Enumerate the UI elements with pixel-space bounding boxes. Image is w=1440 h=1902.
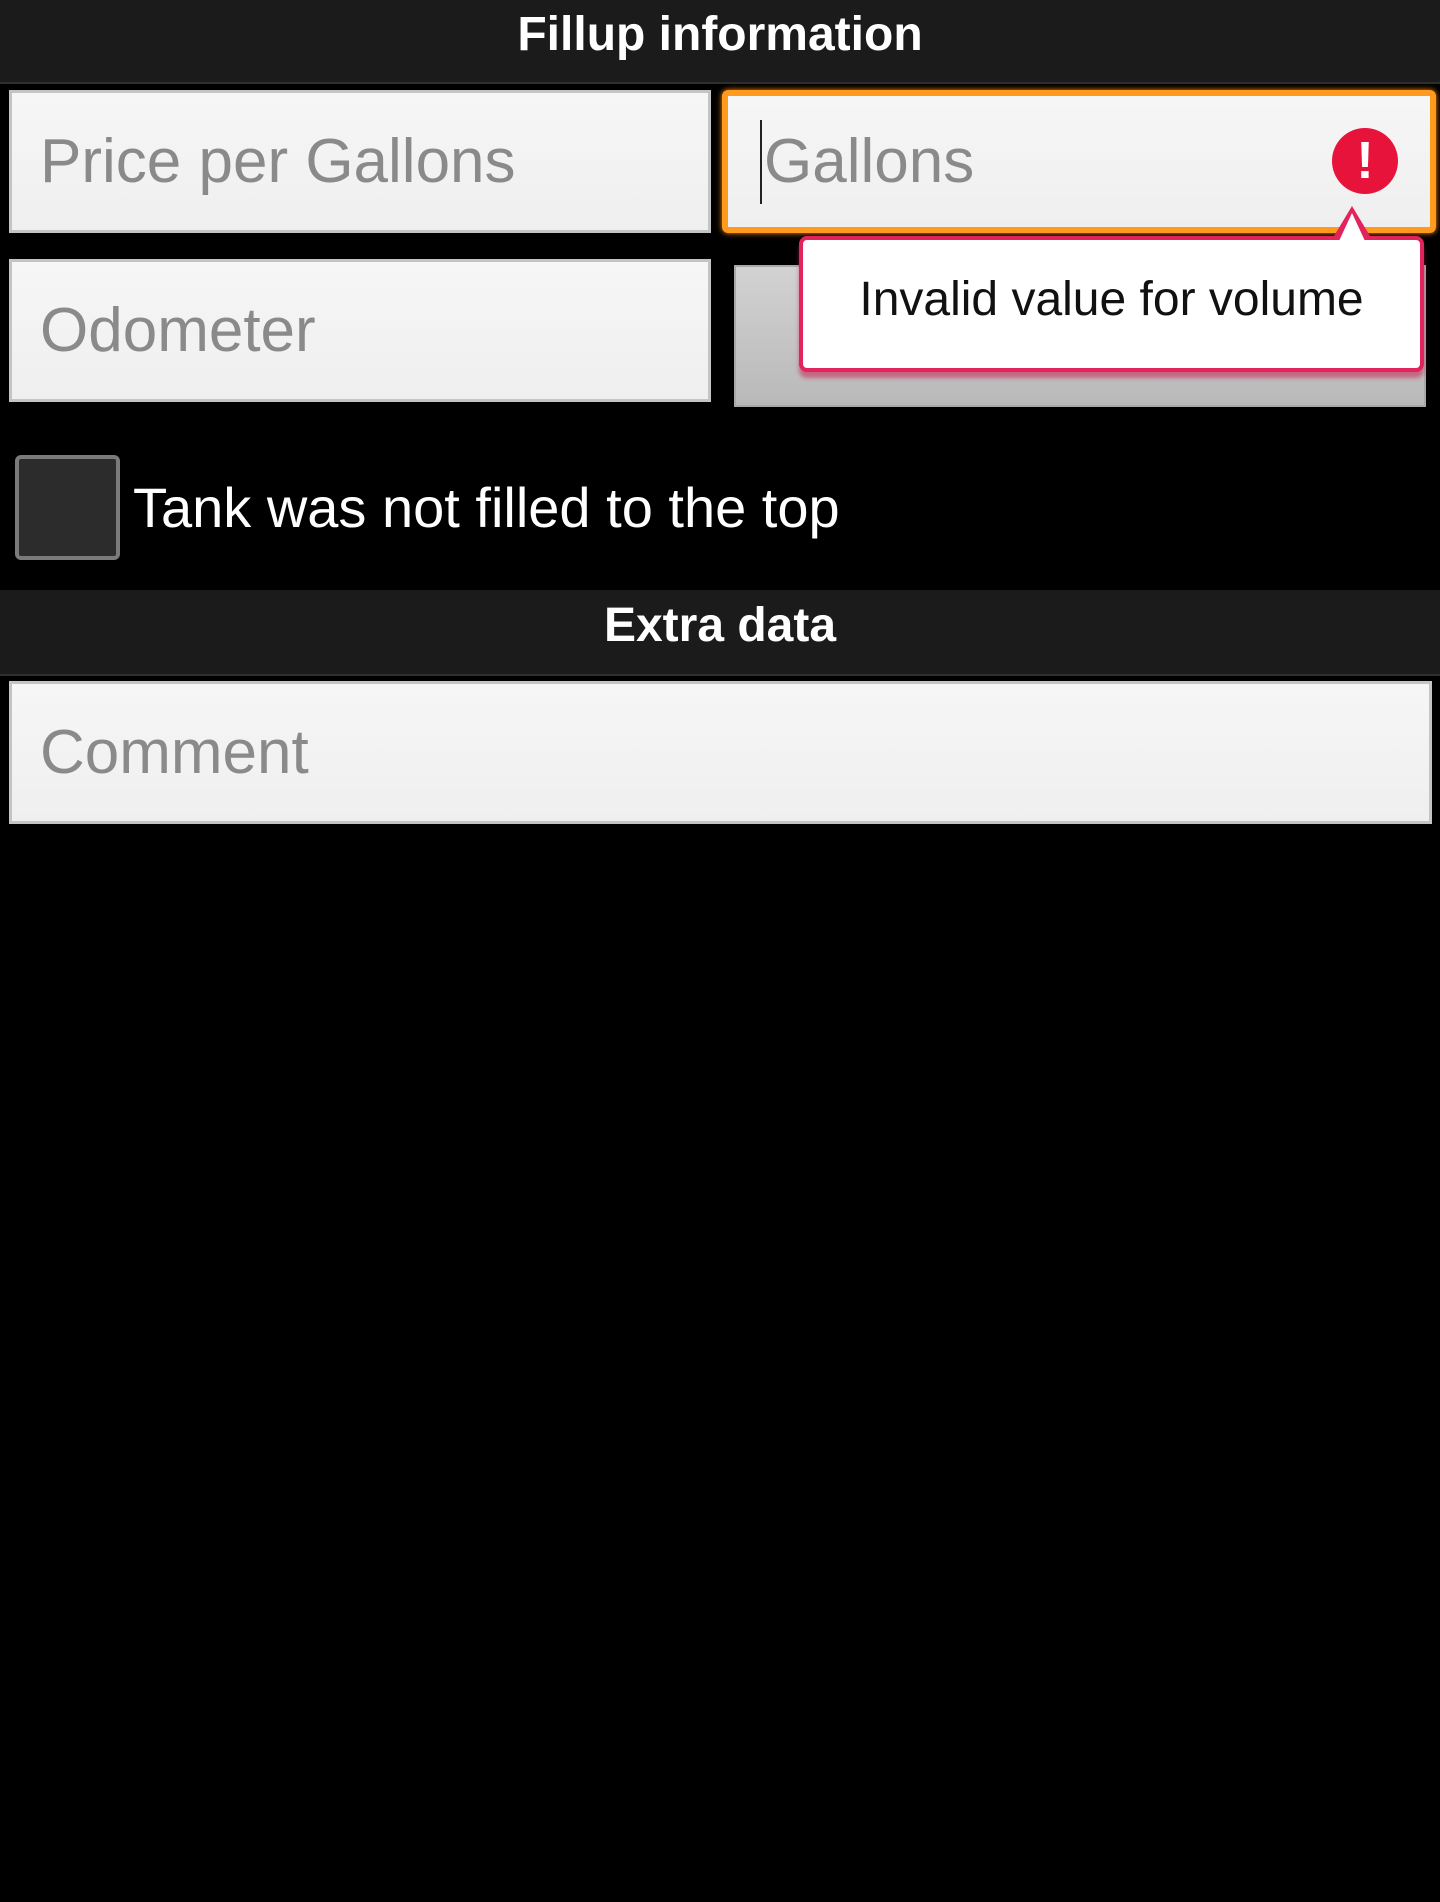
comment-placeholder: Comment	[40, 718, 309, 787]
text-cursor	[760, 119, 762, 204]
tank-not-full-label[interactable]: Tank was not filled to the top	[133, 470, 840, 546]
gallons-placeholder: Gallons	[764, 127, 975, 196]
gallons-input[interactable]: Gallons !	[722, 90, 1436, 233]
price-per-gallon-placeholder: Price per Gallons	[40, 127, 516, 196]
odometer-input[interactable]: Odometer	[9, 259, 711, 402]
tank-not-full-checkbox[interactable]	[15, 455, 120, 560]
fillup-information-header: Fillup information	[0, 0, 1440, 84]
error-tooltip: Invalid value for volume	[799, 236, 1424, 372]
odometer-placeholder: Odometer	[40, 296, 316, 365]
exclamation-icon: !	[1332, 128, 1398, 194]
comment-input[interactable]: Comment	[9, 681, 1432, 824]
error-tooltip-arrow-fill	[1339, 213, 1365, 241]
price-per-gallon-input[interactable]: Price per Gallons	[9, 90, 711, 233]
extra-data-header: Extra data	[0, 590, 1440, 676]
